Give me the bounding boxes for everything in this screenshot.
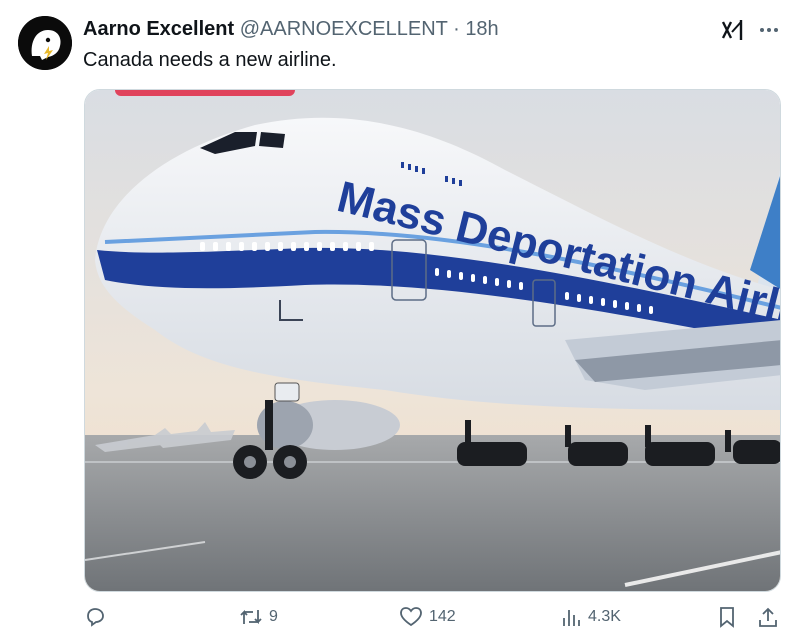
bookmark-button[interactable] — [717, 606, 737, 628]
tweet-text: Canada needs a new airline. — [83, 49, 337, 71]
author-handle[interactable]: @AARNOEXCELLENT — [240, 18, 448, 40]
share-button[interactable] — [757, 606, 779, 628]
xai-grok-icon[interactable] — [720, 18, 746, 42]
tweet-image[interactable]: Mass Deportation Airlines — [84, 89, 781, 592]
views-count: 4.3K — [588, 608, 621, 625]
views-icon — [563, 610, 580, 626]
timestamp[interactable]: 18h — [465, 18, 498, 40]
reply-icon — [87, 608, 104, 627]
separator: · — [453, 18, 460, 40]
retweet-button[interactable]: 9 — [239, 606, 278, 628]
ghost-lightning-icon — [18, 16, 72, 70]
reply-button[interactable] — [84, 606, 112, 628]
views-button[interactable]: 4.3K — [560, 606, 621, 628]
like-button[interactable]: 142 — [399, 606, 456, 628]
author-name[interactable]: Aarno Excellent — [83, 18, 234, 40]
avatar[interactable] — [18, 16, 72, 70]
more-icon[interactable] — [757, 20, 781, 40]
heart-icon — [400, 607, 422, 627]
retweet-icon — [240, 609, 262, 625]
action-bar: 9 142 4.3K — [0, 606, 800, 629]
like-count: 142 — [429, 608, 456, 625]
share-icon — [759, 607, 777, 627]
retweet-count: 9 — [269, 608, 278, 625]
tweet-header: Aarno Excellent @AARNOEXCELLENT · 18h — [83, 18, 499, 41]
bookmark-icon — [720, 607, 734, 628]
